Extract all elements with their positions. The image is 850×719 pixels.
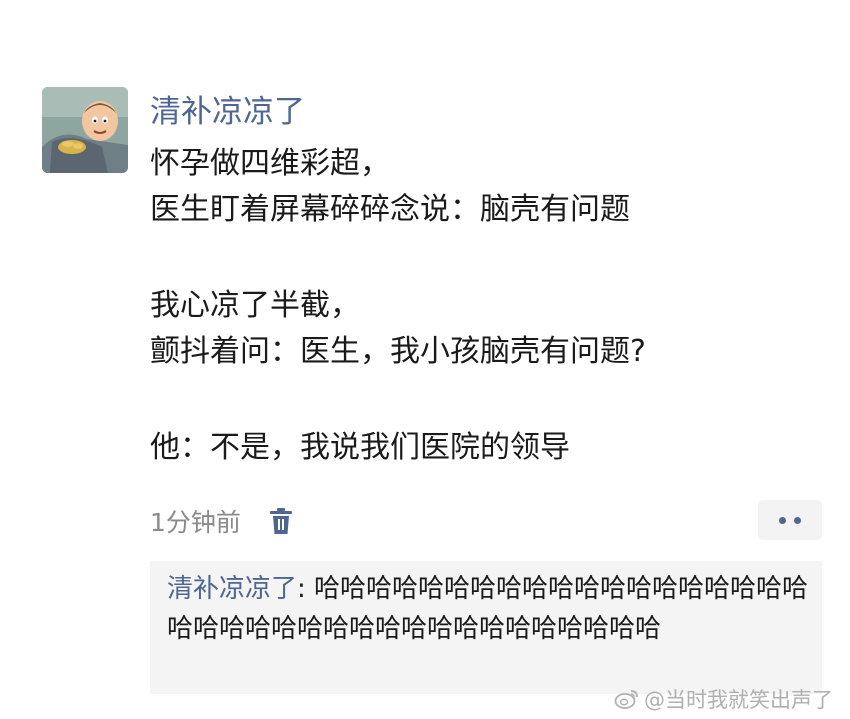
comment-box: 清补凉凉了: 哈哈哈哈哈哈哈哈哈哈哈哈哈哈哈哈哈哈哈哈哈哈哈哈哈哈哈哈哈哈哈哈哈… bbox=[150, 561, 822, 694]
comment-item: 清补凉凉了: 哈哈哈哈哈哈哈哈哈哈哈哈哈哈哈哈哈哈哈哈哈哈哈哈哈哈哈哈哈哈哈哈哈… bbox=[167, 569, 817, 649]
trash-icon[interactable] bbox=[267, 506, 295, 536]
more-button[interactable] bbox=[758, 500, 822, 540]
avatar[interactable] bbox=[42, 87, 128, 173]
comment-separator: : bbox=[297, 574, 315, 604]
timestamp: 1分钟前 bbox=[150, 508, 241, 537]
watermark-text: @当时我就笑出声了 bbox=[644, 688, 833, 712]
post-line: 怀孕做四维彩超， bbox=[150, 146, 390, 181]
more-dots-icon bbox=[779, 516, 786, 524]
post-line-blank bbox=[150, 375, 830, 425]
more-dots-icon bbox=[794, 516, 801, 524]
post-line: 我心凉了半截， bbox=[150, 288, 360, 323]
cartoon-avatar-image bbox=[42, 87, 128, 173]
post-meta: 1分钟前 bbox=[150, 501, 295, 541]
post-line-blank bbox=[150, 233, 830, 283]
post-content: 怀孕做四维彩超， 医生盯着屏幕碎碎念说：脑壳有问题 我心凉了半截， 颤抖着问：医… bbox=[150, 141, 830, 471]
weibo-icon bbox=[614, 690, 638, 709]
watermark: @当时我就笑出声了 bbox=[614, 682, 833, 716]
post-username[interactable]: 清补凉凉了 bbox=[150, 92, 305, 132]
comment-author[interactable]: 清补凉凉了 bbox=[167, 574, 297, 604]
post-line: 医生盯着屏幕碎碎念说：脑壳有问题 bbox=[150, 192, 630, 227]
post-line: 颤抖着问：医生，我小孩脑壳有问题? bbox=[150, 334, 646, 369]
post-line: 他：不是，我说我们医院的领导 bbox=[150, 430, 570, 465]
